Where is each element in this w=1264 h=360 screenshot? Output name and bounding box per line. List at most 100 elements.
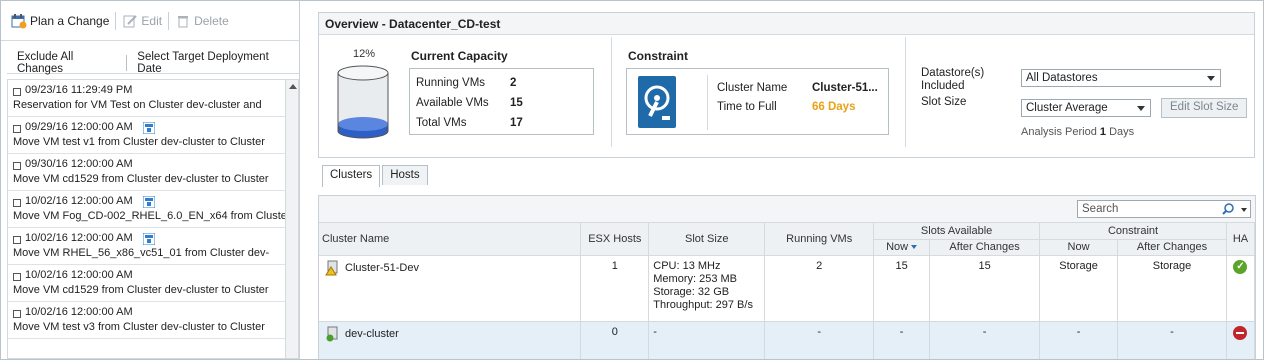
section-divider xyxy=(905,37,906,147)
slot-cpu: CPU: 13 MHz xyxy=(653,259,721,272)
change-date: 10/02/16 12:00:00 AM xyxy=(25,269,133,281)
change-date: 09/23/16 11:29:49 PM xyxy=(25,84,133,96)
clusters-grid: Search Cluster Name ESX Hosts Slot Size … xyxy=(318,195,1256,359)
plan-change-button[interactable]: Plan a Change xyxy=(11,13,109,29)
col-slots-after[interactable]: After Changes xyxy=(929,239,1041,256)
change-text: Reservation for VM Test on Cluster dev-c… xyxy=(13,99,262,111)
slot-storage: Storage: 32 GB xyxy=(653,285,730,298)
edit-slot-size-button[interactable]: Edit Slot Size xyxy=(1161,98,1248,118)
list-item[interactable]: 10/02/16 12:00:00 AM Move VM test v3 fro… xyxy=(8,302,285,339)
plan-change-label: Plan a Change xyxy=(30,13,110,28)
ha-cell: ✓ xyxy=(1226,255,1256,322)
slot-size-cell: CPU: 13 MHz Memory: 253 MB Storage: 32 G… xyxy=(648,255,766,322)
table-row[interactable]: dev-cluster 0 - - - - - - xyxy=(319,321,1256,359)
change-date: 10/02/16 12:00:00 AM xyxy=(25,306,133,318)
slot-size-select[interactable]: Cluster Average xyxy=(1021,99,1151,117)
list-item[interactable]: 09/30/16 12:00:00 AM Move VM cd1529 from… xyxy=(8,154,285,191)
cluster-name-value: Cluster-51... xyxy=(812,82,878,94)
col-constraint-now[interactable]: Now xyxy=(1039,239,1119,256)
total-vms-label: Total VMs xyxy=(416,117,467,129)
search-options-icon[interactable] xyxy=(1241,208,1247,212)
tab-hosts[interactable]: Hosts xyxy=(382,165,428,185)
running-vms-cell: - xyxy=(764,321,875,359)
overview-box: Overview - Datacenter_CD-test 12% Curren… xyxy=(318,12,1255,158)
change-text: Move VM test v1 from Cluster dev-cluster… xyxy=(13,136,265,148)
running-vms-value: 2 xyxy=(510,77,517,89)
col-cluster-name[interactable]: Cluster Name xyxy=(319,223,582,256)
change-text: Move VM test v3 from Cluster dev-cluster… xyxy=(13,321,265,333)
toolbar-separator xyxy=(115,11,117,30)
delete-button[interactable]: Delete xyxy=(175,13,229,29)
col-constraint-after[interactable]: After Changes xyxy=(1117,239,1227,256)
change-text: Move VM cd1529 from Cluster dev-cluster … xyxy=(13,284,269,296)
scroll-up-icon[interactable] xyxy=(289,84,297,89)
analysis-period-value: 1 xyxy=(1099,126,1107,138)
datastores-label: Datastore(s) Included xyxy=(921,67,984,93)
capacity-percent: 12% xyxy=(353,48,376,60)
change-checkbox[interactable] xyxy=(13,310,21,318)
sort-desc-icon xyxy=(911,245,918,250)
change-checkbox[interactable] xyxy=(13,273,21,281)
changes-scrollbar[interactable] xyxy=(285,79,299,359)
deploy-icon xyxy=(142,121,155,134)
list-item[interactable]: 09/23/16 11:29:49 PM Reservation for VM … xyxy=(8,80,285,117)
col-slot-size[interactable]: Slot Size xyxy=(648,223,766,256)
change-checkbox[interactable] xyxy=(13,88,21,96)
list-item[interactable]: 10/02/16 12:00:00 AM Move VM RHEL_56_x86… xyxy=(8,228,285,265)
change-checkbox[interactable] xyxy=(13,125,21,133)
change-date: 10/02/16 12:00:00 AM xyxy=(25,232,133,244)
overview-title: Overview - Datacenter_CD-test xyxy=(319,13,1254,35)
changes-list: 09/23/16 11:29:49 PM Reservation for VM … xyxy=(7,79,285,359)
select-target-date-button[interactable]: Select Target Deployment Date xyxy=(127,51,299,75)
change-checkbox[interactable] xyxy=(13,199,21,207)
esx-hosts-cell: 0 xyxy=(580,321,650,359)
tab-clusters[interactable]: Clusters xyxy=(322,165,381,187)
list-item[interactable]: 10/02/16 12:00:00 AM Move VM Fog_CD-002_… xyxy=(8,191,285,228)
constraint-after-cell: - xyxy=(1117,321,1227,359)
datastores-select[interactable]: All Datastores xyxy=(1021,69,1221,87)
slots-now-cell: - xyxy=(873,321,931,359)
constraint-now-cell: Storage xyxy=(1039,255,1119,322)
changes-toolbar: Plan a Change Edit Delete xyxy=(1,1,300,41)
slot-size-cell: - xyxy=(648,321,766,359)
tab-bar: Clusters Hosts xyxy=(322,165,428,187)
slot-memory: Memory: 253 MB xyxy=(653,272,738,285)
esx-hosts-cell: 1 xyxy=(580,255,650,322)
exclude-all-changes-button[interactable]: Exclude All Changes xyxy=(7,51,126,75)
constraint-divider xyxy=(707,75,708,130)
ha-cell xyxy=(1226,321,1256,359)
change-date: 10/02/16 12:00:00 AM xyxy=(25,195,133,207)
col-running-vms[interactable]: Running VMs xyxy=(764,223,875,256)
change-text: Move VM Fog_CD-002_RHEL_6.0_EN_x64 from … xyxy=(13,210,285,222)
analysis-period-unit: Days xyxy=(1109,126,1135,138)
search-icon[interactable] xyxy=(1222,203,1234,215)
clusters-table: Cluster Name ESX Hosts Slot Size Running… xyxy=(319,223,1256,359)
analysis-period: Analysis Period 1 Days xyxy=(1021,126,1134,138)
edit-button[interactable]: Edit xyxy=(122,13,162,29)
time-to-full-value: 66 Days xyxy=(812,101,856,113)
col-esx-hosts[interactable]: ESX Hosts xyxy=(580,223,650,256)
deploy-icon xyxy=(142,195,155,208)
list-item[interactable]: 10/02/16 12:00:00 AM Move VM cd1529 from… xyxy=(8,265,285,302)
constraint-now-cell: - xyxy=(1039,321,1119,359)
search-placeholder: Search xyxy=(1082,203,1119,215)
col-slots-now[interactable]: Now xyxy=(873,239,931,256)
available-vms-value: 15 xyxy=(510,97,523,109)
table-row[interactable]: Cluster-51-Dev 1 CPU: 13 MHz Memory: 253… xyxy=(319,255,1256,322)
change-checkbox[interactable] xyxy=(13,236,21,244)
change-checkbox[interactable] xyxy=(13,162,21,170)
edit-label: Edit xyxy=(141,13,163,28)
list-item[interactable]: 09/29/16 12:00:00 AM Move VM test v1 fro… xyxy=(8,117,285,154)
cluster-name: dev-cluster xyxy=(345,327,399,340)
deploy-icon xyxy=(142,232,155,245)
col-ha[interactable]: HA xyxy=(1226,223,1256,256)
change-date: 09/29/16 12:00:00 AM xyxy=(25,121,133,133)
edit-icon xyxy=(122,13,138,29)
search-input[interactable]: Search xyxy=(1077,200,1251,218)
change-date: 09/30/16 12:00:00 AM xyxy=(25,158,133,170)
capacity-cylinder-icon xyxy=(337,65,389,139)
storage-disk-icon xyxy=(638,76,676,128)
cluster-ok-icon xyxy=(326,326,338,341)
chevron-down-icon xyxy=(1137,106,1145,111)
col-slots-available: Slots Available xyxy=(873,223,1041,240)
